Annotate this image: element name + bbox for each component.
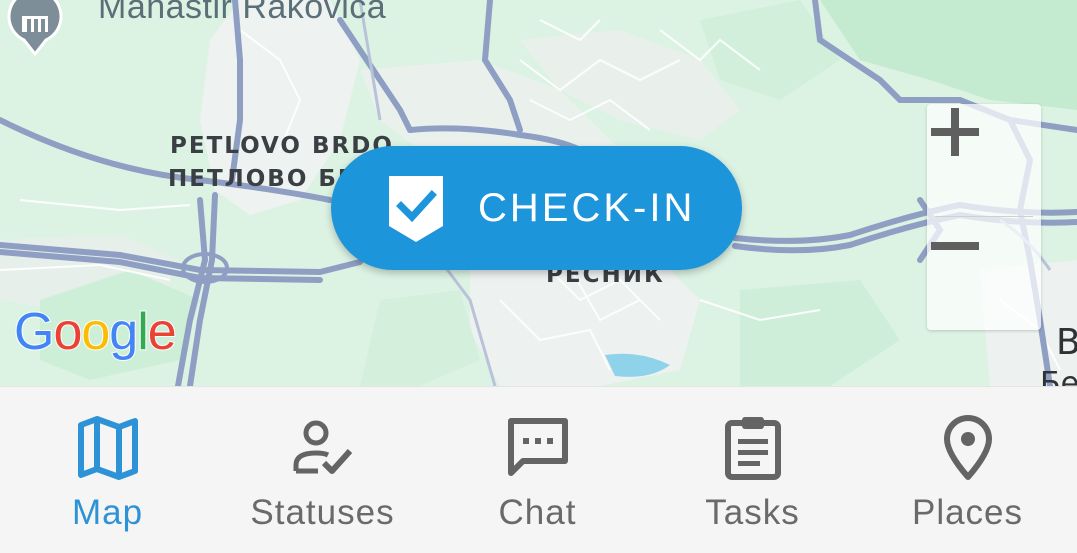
nav-label-map: Map: [71, 493, 144, 532]
map-label-edge-be: Бе: [1040, 366, 1077, 386]
plus-icon: [931, 108, 979, 156]
zoom-in-button[interactable]: [927, 104, 1041, 216]
check-in-label: CHECK-IN: [478, 186, 696, 230]
zoom-controls: [927, 104, 1041, 330]
google-attribution-logo: Google: [13, 303, 178, 361]
map-label-edge-b: B: [1056, 322, 1077, 363]
nav-label-chat: Chat: [498, 493, 577, 532]
nav-item-chat[interactable]: Chat: [430, 387, 645, 553]
bottom-navigation: Map Statuses Chat Tasks Places: [0, 386, 1077, 553]
monastery-poi-icon[interactable]: [0, 0, 70, 60]
nav-label-statuses: Statuses: [250, 493, 395, 532]
chat-bubble-icon: [507, 418, 568, 476]
zoom-out-button[interactable]: [927, 218, 1041, 330]
map-view[interactable]: Manastir Rakovica PETLOVO BRDO ПЕТЛОВО Б…: [0, 0, 1077, 386]
map-place-title: Manastir Rakovica: [98, 0, 387, 26]
nav-item-statuses[interactable]: Statuses: [215, 387, 430, 553]
place-pin-icon: [943, 415, 992, 480]
shield-check-icon: [389, 176, 443, 242]
check-in-button[interactable]: CHECK-IN: [331, 146, 742, 270]
nav-item-places[interactable]: Places: [860, 387, 1075, 553]
minus-icon: [931, 242, 979, 250]
user-check-icon: [293, 420, 352, 474]
clipboard-icon: [724, 417, 781, 480]
nav-label-places: Places: [911, 493, 1024, 532]
map-icon: [77, 416, 138, 480]
zoom-divider: [935, 216, 1033, 217]
nav-label-tasks: Tasks: [705, 493, 800, 532]
nav-item-tasks[interactable]: Tasks: [645, 387, 860, 553]
nav-item-map[interactable]: Map: [0, 387, 215, 553]
